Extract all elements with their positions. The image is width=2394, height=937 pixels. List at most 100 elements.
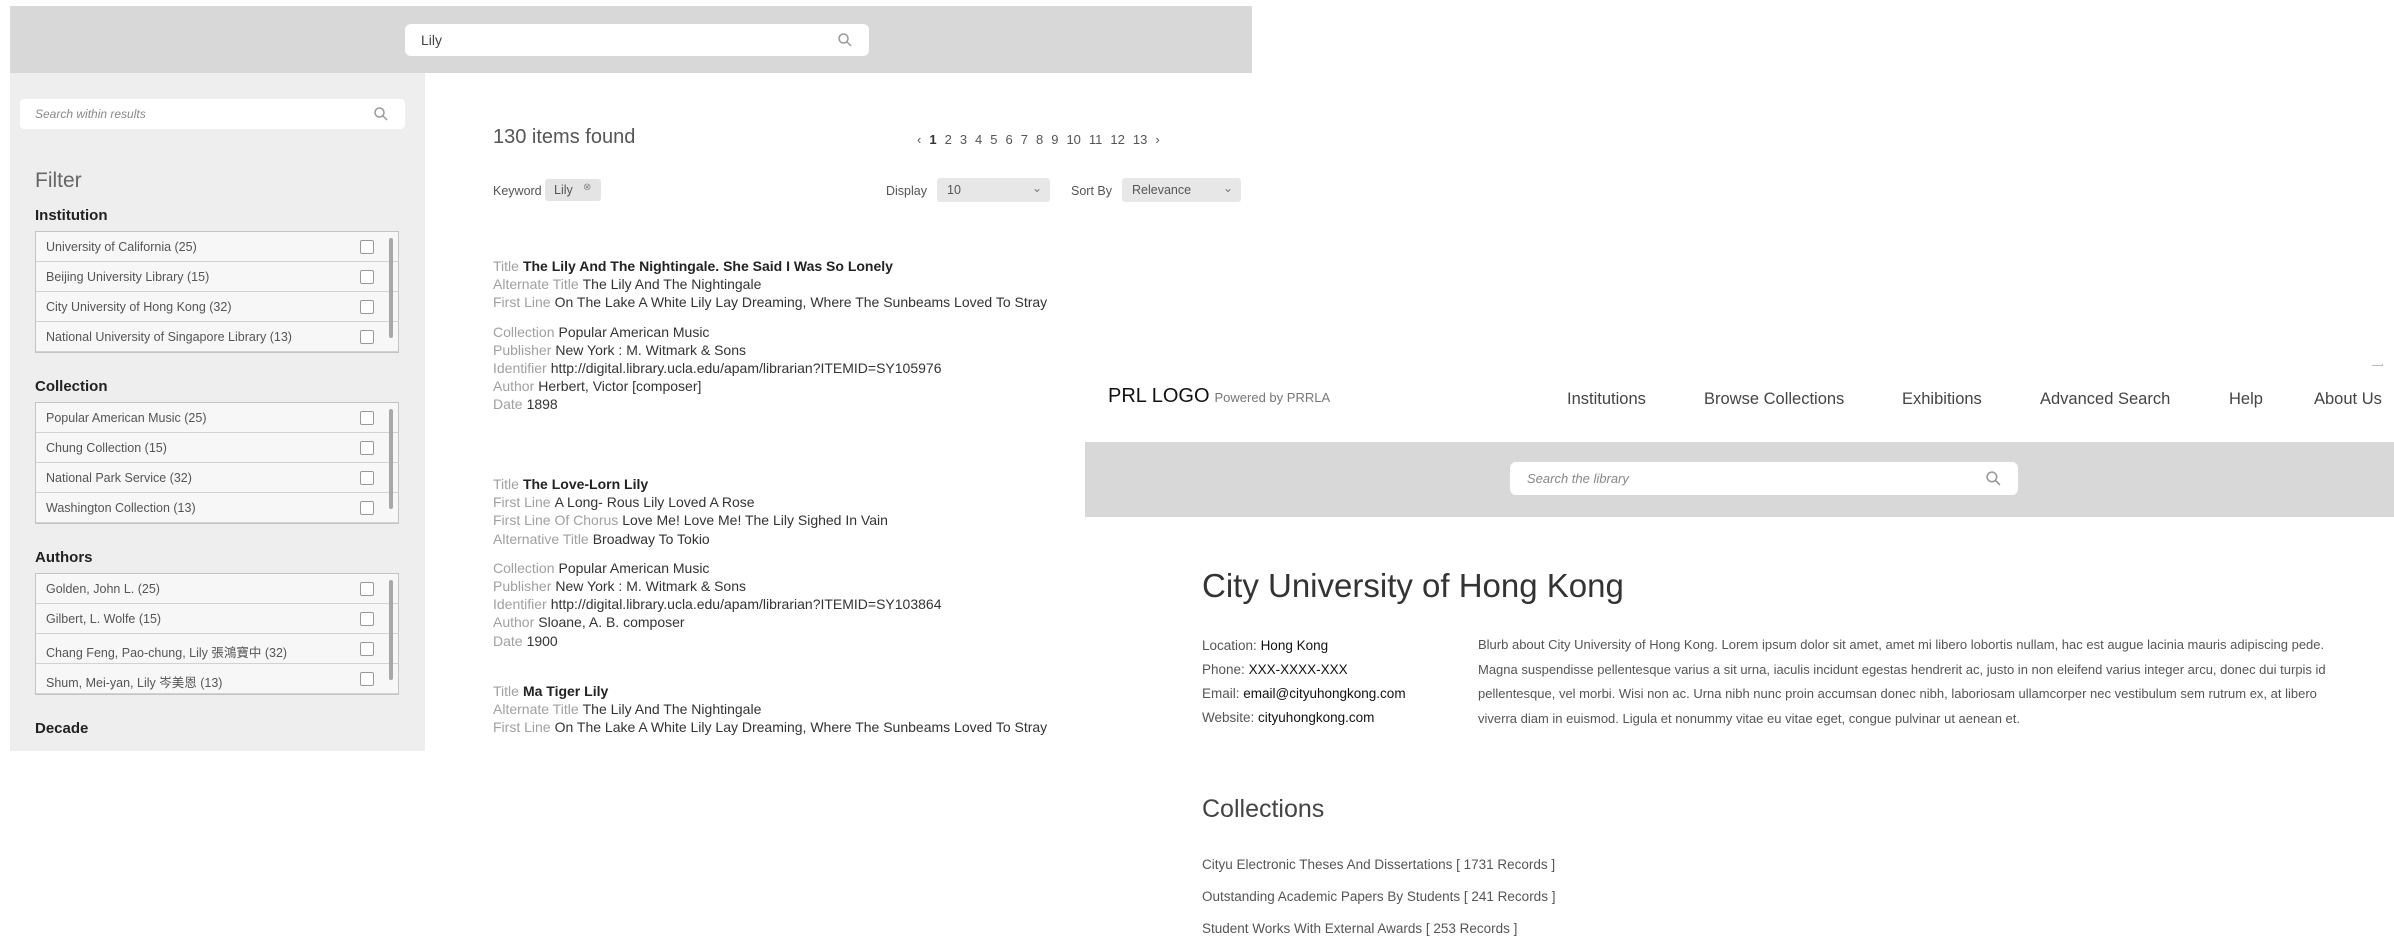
filter-option[interactable]: Golden, John L. (25) (36, 574, 398, 604)
nav-browse-collections[interactable]: Browse Collections (1704, 390, 1844, 409)
filter-option[interactable]: Popular American Music (25) (36, 403, 398, 433)
page-link[interactable]: 2 (945, 132, 952, 147)
filter-title: Filter (35, 169, 82, 192)
nav-exhibitions[interactable]: Exhibitions (1902, 390, 1982, 409)
scrollbar[interactable] (389, 409, 393, 509)
filter-checkbox[interactable] (360, 582, 374, 596)
filter-option-label: Washington Collection (13) (46, 501, 196, 515)
global-search-input[interactable]: Lily (405, 24, 869, 56)
remove-icon[interactable]: ⊗ (583, 182, 591, 193)
filter-checkbox[interactable] (360, 642, 374, 656)
field-label: Author (493, 378, 535, 395)
contact-email: Email: email@cityuhongkong.com (1202, 686, 1406, 701)
scrollbar[interactable] (389, 580, 393, 680)
contact-value[interactable]: email@cityuhongkong.com (1243, 686, 1405, 701)
field-value: On The Lake A White Lily Lay Dreaming, W… (554, 294, 1048, 311)
page-link[interactable]: 13 (1133, 132, 1147, 147)
filter-option[interactable]: National University of Singapore Library… (36, 322, 398, 352)
contact-location: Location: Hong Kong (1202, 638, 1328, 653)
field-label: Title (493, 476, 519, 492)
search-icon[interactable] (373, 106, 389, 122)
field-label: First Line (493, 719, 551, 736)
page-link[interactable]: 6 (1006, 132, 1013, 147)
site-logo[interactable]: PRL LOGO Powered by PRRLA (1108, 385, 1330, 408)
filter-option[interactable]: Shum, Mei-yan, Lily 岑美恩 (13) (36, 664, 398, 694)
page-link[interactable]: 9 (1051, 132, 1058, 147)
next-page-icon[interactable]: › (1155, 132, 1159, 147)
contact-value[interactable]: cityuhongkong.com (1258, 710, 1374, 725)
result-field: Author Herbert, Victor [composer] (493, 377, 1047, 395)
field-value: Popular American Music (558, 323, 710, 340)
result-field: Author Sloane, A. B. composer (493, 613, 942, 631)
field-label: Identifier (493, 596, 547, 613)
result-field: First Line On The Lake A White Lily Lay D… (493, 718, 1047, 736)
library-search-input[interactable]: Search the library (1510, 462, 2018, 495)
field-value: New York : M. Witmark & Sons (555, 577, 746, 594)
collection-link[interactable]: Student Works With External Awards [ 253… (1202, 921, 1517, 936)
filter-option[interactable]: National Park Service (32) (36, 463, 398, 493)
field-value: Love Me! Love Me! The Lily Sighed In Vai… (622, 512, 888, 529)
filter-checkbox[interactable] (360, 240, 374, 254)
filter-option[interactable]: Beijing University Library (15) (36, 262, 398, 292)
search-icon[interactable] (837, 32, 853, 48)
nav-institutions[interactable]: Institutions (1567, 390, 1646, 409)
result-field: Alternate Title The Lily And The Nighting… (493, 275, 1047, 293)
result-title[interactable]: The Lily And The Nightingale. She Said I… (523, 258, 893, 274)
collection-link[interactable]: Outstanding Academic Papers By Students … (1202, 889, 1555, 904)
filter-option[interactable]: Chang Feng, Pao-chung, Lily 張鴻寶中 (32) (36, 634, 398, 664)
result-field: First Line On The Lake A White Lily Lay D… (493, 293, 1047, 311)
filter-checkbox[interactable] (360, 270, 374, 284)
result-item[interactable]: Title The Love-Lorn Lily First Line A Long-… (493, 475, 942, 650)
scrollbar[interactable] (389, 238, 393, 338)
logo-text: PRL LOGO (1108, 385, 1210, 407)
display-select[interactable]: 10 ⌄ (937, 178, 1050, 202)
filter-checkbox[interactable] (360, 441, 374, 455)
field-value: The Lily And The Nightingale (582, 701, 762, 718)
sort-by-select-value: Relevance (1132, 183, 1192, 197)
nav-about-us[interactable]: About Us (2314, 390, 2382, 409)
sort-by-select[interactable]: Relevance ⌄ (1122, 178, 1241, 202)
filter-checkbox[interactable] (360, 471, 374, 485)
institution-blurb: Blurb about City University of Hong Kong… (1478, 637, 2326, 726)
filter-checkbox[interactable] (360, 612, 374, 626)
result-item[interactable]: Title The Lily And The Nightingale. She S… (493, 257, 1047, 414)
filter-option[interactable]: Washington Collection (13) (36, 493, 398, 523)
search-within-results-input[interactable]: Search within results (20, 99, 405, 129)
keyword-chip[interactable]: Lily ⊗ (545, 179, 601, 201)
field-spacer (493, 312, 1047, 323)
field-label: First Line Of Chorus (493, 512, 619, 529)
filter-option-label: Beijing University Library (15) (46, 270, 210, 284)
nav-help[interactable]: Help (2229, 390, 2263, 409)
result-title[interactable]: The Love-Lorn Lily (523, 476, 648, 492)
page-link[interactable]: 1 (929, 132, 936, 147)
field-label: Publisher (493, 341, 552, 358)
filter-checkbox[interactable] (360, 411, 374, 425)
prev-page-icon[interactable]: ‹ (917, 132, 921, 147)
page-link[interactable]: 7 (1021, 132, 1028, 147)
filter-option[interactable]: University of California (25) (36, 232, 398, 262)
filter-checkbox[interactable] (360, 672, 374, 686)
filter-option[interactable]: City University of Hong Kong (32) (36, 292, 398, 322)
contact-website: Website: cityuhongkong.com (1202, 710, 1374, 725)
filter-option[interactable]: Gilbert, L. Wolfe (15) (36, 604, 398, 634)
filter-checkbox[interactable] (360, 501, 374, 515)
page-link[interactable]: 5 (990, 132, 997, 147)
result-field: Date 1900 (493, 632, 942, 650)
nav-advanced-search[interactable]: Advanced Search (2040, 390, 2170, 409)
page-link[interactable]: 12 (1110, 132, 1124, 147)
page-link[interactable]: 11 (1089, 132, 1103, 147)
field-label: Collection (493, 323, 555, 340)
result-title[interactable]: Ma Tiger Lily (523, 683, 608, 699)
collection-link[interactable]: Cityu Electronic Theses And Dissertation… (1202, 857, 1555, 872)
filter-checkbox[interactable] (360, 300, 374, 314)
result-field: Publisher New York : M. Witmark & Sons (493, 341, 1047, 359)
filter-option[interactable]: Chung Collection (15) (36, 433, 398, 463)
page-link[interactable]: 4 (975, 132, 982, 147)
page-link[interactable]: 8 (1036, 132, 1043, 147)
page-link[interactable]: 10 (1066, 132, 1080, 147)
result-item[interactable]: Title Ma Tiger Lily Alternate Title The Lil… (493, 682, 1047, 737)
page-link[interactable]: 3 (960, 132, 967, 147)
filter-option-label: Shum, Mei-yan, Lily 岑美恩 (13) (46, 676, 223, 690)
search-icon[interactable] (1985, 470, 2002, 487)
filter-checkbox[interactable] (360, 330, 374, 344)
